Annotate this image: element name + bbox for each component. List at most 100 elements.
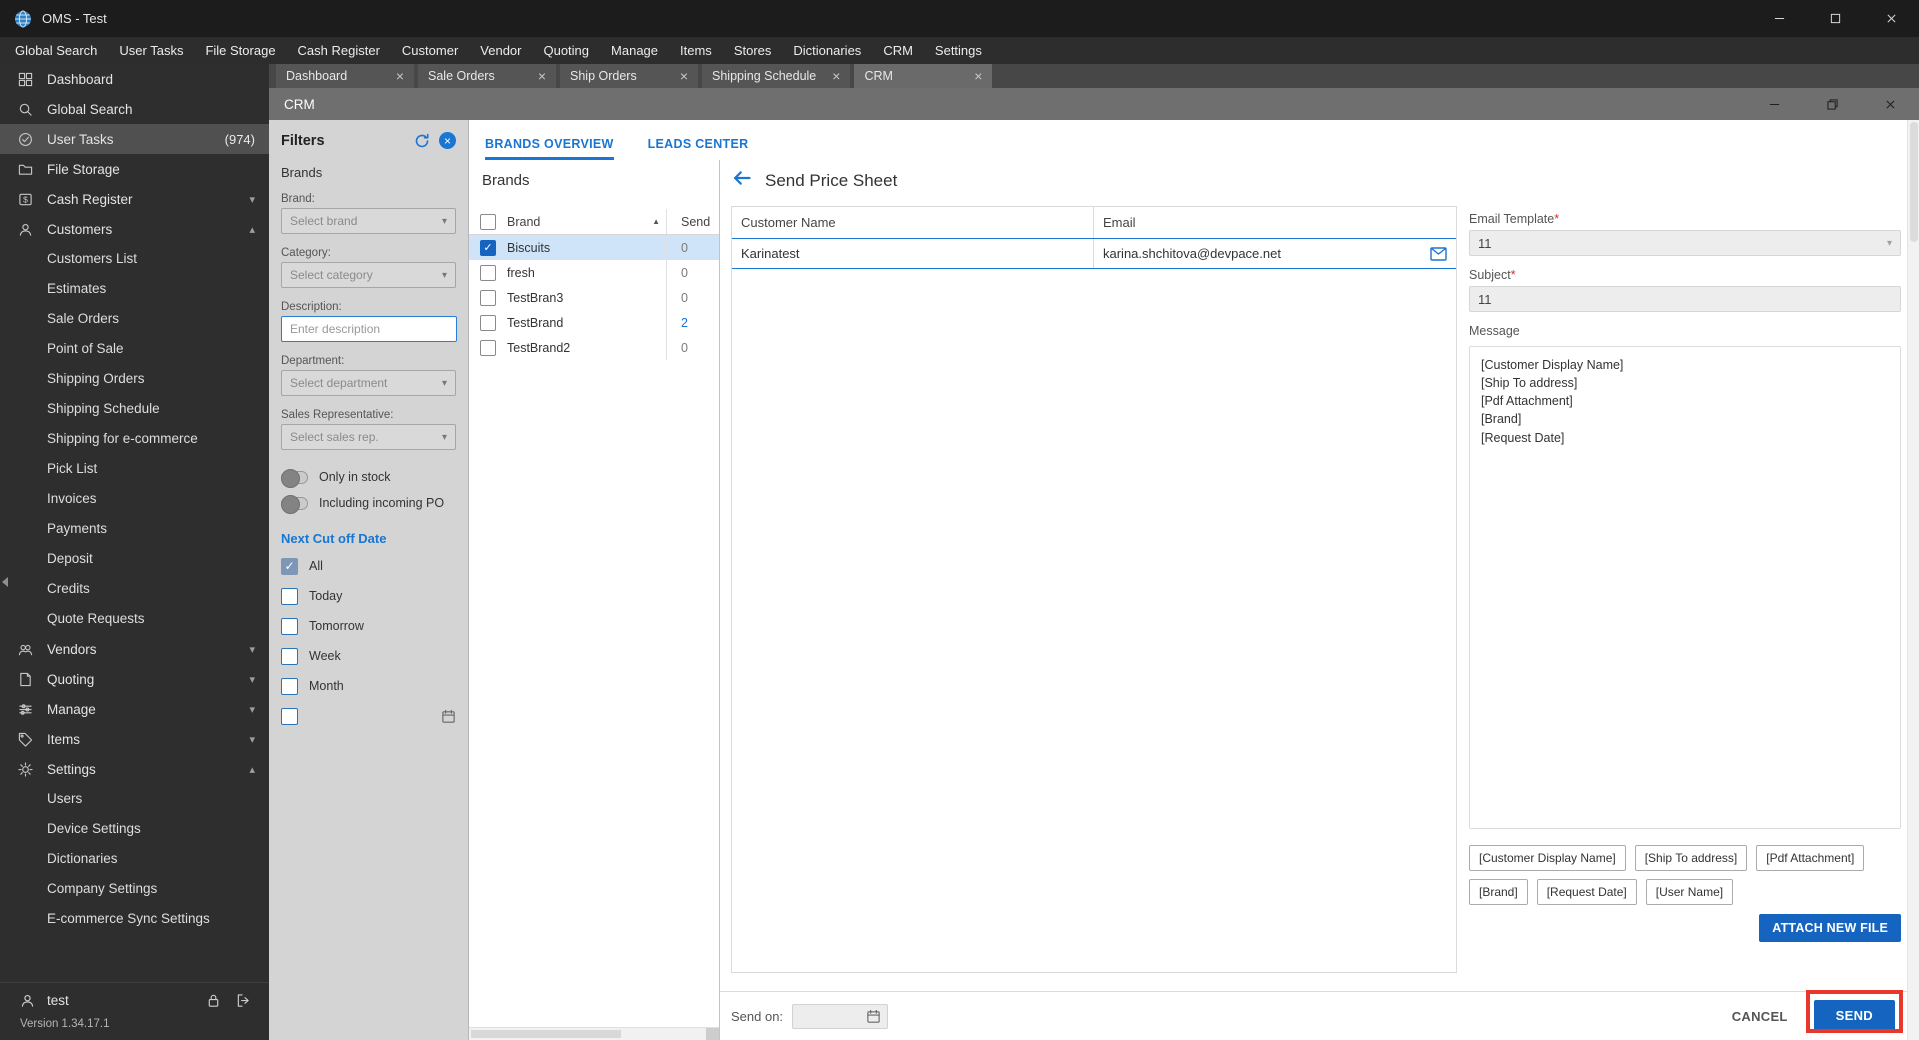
tab-ship-orders[interactable]: Ship Orders <box>560 64 698 88</box>
minimize-icon[interactable] <box>1745 88 1803 120</box>
tab-brands-overview[interactable]: BRANDS OVERVIEW <box>485 137 614 160</box>
menu-stores[interactable]: Stores <box>723 37 783 64</box>
select-all-checkbox[interactable] <box>480 213 496 230</box>
checkbox-checked-icon[interactable] <box>480 239 496 256</box>
sidebar-item-company-settings[interactable]: Company Settings <box>0 874 269 904</box>
subject-field[interactable]: 11 <box>1469 286 1901 312</box>
sidebar-item-estimates[interactable]: Estimates <box>0 274 269 304</box>
checkbox-icon[interactable] <box>480 289 496 306</box>
menu-items[interactable]: Items <box>669 37 723 64</box>
horizontal-scrollbar[interactable] <box>469 1027 719 1040</box>
sidebar-item-pick-list[interactable]: Pick List <box>0 454 269 484</box>
scrollbar-thumb[interactable] <box>1909 122 1918 242</box>
checkbox-icon[interactable] <box>480 264 496 281</box>
sidebar-item-point-of-sale[interactable]: Point of Sale <box>0 334 269 364</box>
menu-cash-register[interactable]: Cash Register <box>287 37 391 64</box>
sidebar-item-cash-register[interactable]: $ Cash Register <box>0 184 269 214</box>
scrollbar-thumb[interactable] <box>471 1030 621 1038</box>
refresh-icon[interactable] <box>414 133 430 149</box>
close-icon[interactable] <box>1863 0 1919 37</box>
calendar-icon[interactable] <box>441 709 456 724</box>
tab-close-icon[interactable] <box>832 69 840 83</box>
sidebar-item-file-storage[interactable]: File Storage <box>0 154 269 184</box>
sidebar-item-dictionaries[interactable]: Dictionaries <box>0 844 269 874</box>
menu-global-search[interactable]: Global Search <box>4 37 108 64</box>
token-pdf-attachment[interactable]: [Pdf Attachment] <box>1756 845 1865 871</box>
sort-ascending-icon[interactable] <box>652 217 660 226</box>
brand-row-testbran3[interactable]: TestBran3 0 <box>469 285 719 310</box>
sidebar-item-quote-requests[interactable]: Quote Requests <box>0 604 269 634</box>
sidebar-item-users[interactable]: Users <box>0 784 269 814</box>
tab-leads-center[interactable]: LEADS CENTER <box>648 137 749 160</box>
column-header-email[interactable]: Email <box>1094 207 1456 238</box>
email-icon[interactable] <box>1430 246 1447 261</box>
token-request-date[interactable]: [Request Date] <box>1536 879 1637 905</box>
menu-vendor[interactable]: Vendor <box>469 37 532 64</box>
tab-close-icon[interactable] <box>396 69 404 83</box>
minimize-icon[interactable] <box>1751 0 1807 37</box>
brand-row-testbrand[interactable]: TestBrand 2 <box>469 310 719 335</box>
send-count-link[interactable]: 2 <box>681 316 688 330</box>
menu-file-storage[interactable]: File Storage <box>194 37 286 64</box>
brand-row-testbrand2[interactable]: TestBrand2 0 <box>469 335 719 360</box>
column-header-send[interactable]: Send <box>666 209 719 234</box>
tab-close-icon[interactable] <box>680 69 688 83</box>
sidebar-item-quoting[interactable]: Quoting <box>0 664 269 694</box>
tab-close-icon[interactable] <box>538 69 546 83</box>
cutoff-option-custom-date[interactable] <box>281 706 456 726</box>
cutoff-option-today[interactable]: Today <box>281 586 456 606</box>
menu-dictionaries[interactable]: Dictionaries <box>782 37 872 64</box>
checkbox-icon[interactable] <box>480 314 496 331</box>
customer-row-karinatest[interactable]: Karinatest karina.shchitova@devpace.net <box>732 238 1456 269</box>
category-select[interactable]: Select category <box>281 262 456 288</box>
logout-icon[interactable] <box>236 993 251 1008</box>
sidebar-item-shipping-schedule[interactable]: Shipping Schedule <box>0 394 269 424</box>
cutoff-option-month[interactable]: Month <box>281 676 456 696</box>
menu-user-tasks[interactable]: User Tasks <box>108 37 194 64</box>
sidebar-item-payments[interactable]: Payments <box>0 514 269 544</box>
sidebar-item-customers-list[interactable]: Customers List <box>0 244 269 274</box>
sidebar-item-user-tasks[interactable]: User Tasks (974) <box>0 124 269 154</box>
sidebar-item-credits[interactable]: Credits <box>0 574 269 604</box>
send-on-date-input[interactable] <box>792 1003 889 1029</box>
send-button[interactable]: SEND <box>1813 1000 1895 1031</box>
sidebar-item-manage[interactable]: Manage <box>0 694 269 724</box>
sidebar-item-vendors[interactable]: Vendors <box>0 634 269 664</box>
token-user-name[interactable]: [User Name] <box>1645 879 1734 905</box>
cancel-button[interactable]: CANCEL <box>1718 1001 1802 1032</box>
sidebar-item-items[interactable]: Items <box>0 724 269 754</box>
sidebar-item-invoices[interactable]: Invoices <box>0 484 269 514</box>
tab-close-icon[interactable] <box>974 69 982 83</box>
close-icon[interactable] <box>1861 88 1919 120</box>
tab-sale-orders[interactable]: Sale Orders <box>418 64 556 88</box>
tab-shipping-schedule[interactable]: Shipping Schedule <box>702 64 851 88</box>
sidebar-item-shipping-ecommerce[interactable]: Shipping for e-commerce <box>0 424 269 454</box>
sidebar-collapse-handle[interactable] <box>2 577 8 587</box>
clear-filters-icon[interactable] <box>439 132 456 149</box>
sidebar-item-customers[interactable]: Customers <box>0 214 269 244</box>
column-header-brand[interactable]: Brand <box>507 215 540 229</box>
attach-new-file-button[interactable]: ATTACH NEW FILE <box>1759 914 1901 942</box>
restore-icon[interactable] <box>1803 88 1861 120</box>
brand-row-biscuits[interactable]: Biscuits 0 <box>469 235 719 260</box>
menu-customer[interactable]: Customer <box>391 37 469 64</box>
menu-quoting[interactable]: Quoting <box>532 37 600 64</box>
checkbox-icon[interactable] <box>480 339 496 356</box>
token-brand[interactable]: [Brand] <box>1469 879 1528 905</box>
sidebar-item-ecommerce-sync-settings[interactable]: E-commerce Sync Settings <box>0 904 269 934</box>
including-incoming-po-toggle[interactable]: Including incoming PO <box>281 494 456 514</box>
email-template-select[interactable]: 11 <box>1469 230 1901 256</box>
sidebar-item-global-search[interactable]: Global Search <box>0 94 269 124</box>
only-in-stock-toggle[interactable]: Only in stock <box>281 468 456 488</box>
department-select[interactable]: Select department <box>281 370 456 396</box>
brand-row-fresh[interactable]: fresh 0 <box>469 260 719 285</box>
lock-icon[interactable] <box>206 993 221 1008</box>
menu-settings[interactable]: Settings <box>924 37 993 64</box>
sidebar-item-device-settings[interactable]: Device Settings <box>0 814 269 844</box>
sales-rep-select[interactable]: Select sales rep. <box>281 424 456 450</box>
menu-manage[interactable]: Manage <box>600 37 669 64</box>
cutoff-option-week[interactable]: Week <box>281 646 456 666</box>
maximize-icon[interactable] <box>1807 0 1863 37</box>
column-header-customer-name[interactable]: Customer Name <box>732 207 1094 238</box>
menu-crm[interactable]: CRM <box>872 37 924 64</box>
